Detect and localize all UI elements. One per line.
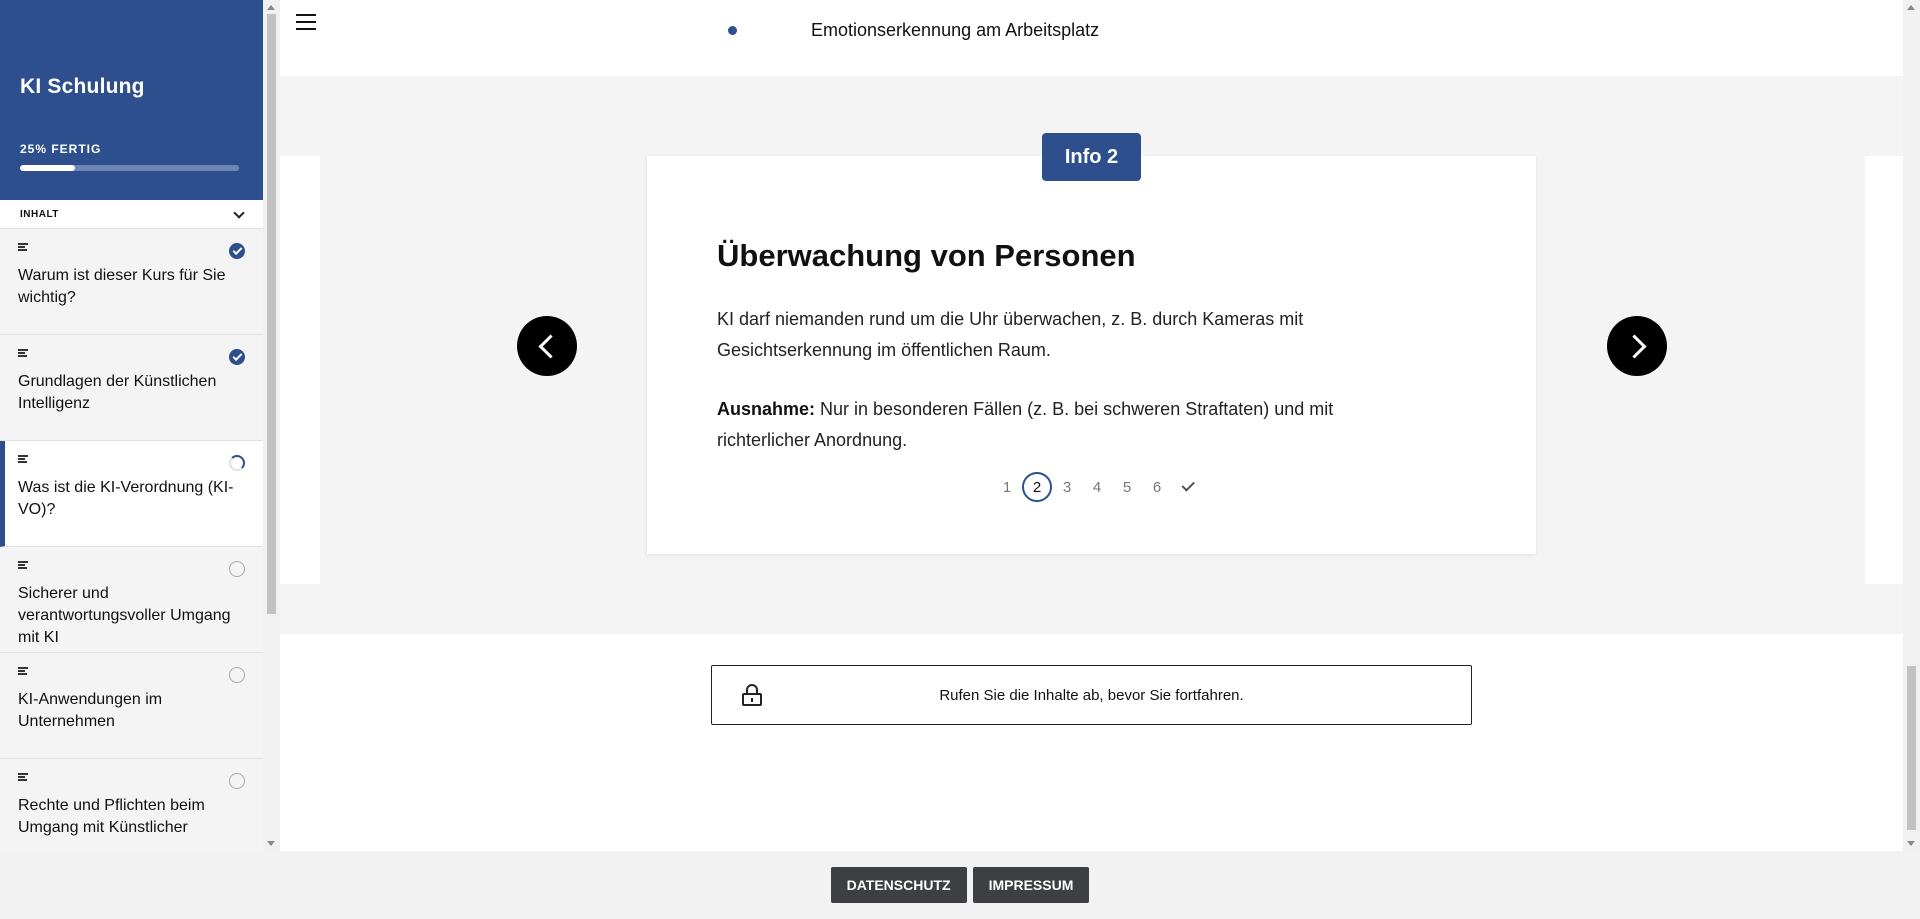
lesson-label: Warum ist dieser Kurs für Sie wichtig? [18, 267, 226, 306]
locked-continue-notice: Rufen Sie die Inhalte ab, bevor Sie fort… [711, 665, 1472, 725]
scroll-up-icon[interactable] [1907, 5, 1915, 10]
locked-notice-text: Rufen Sie die Inhalte ab, bevor Sie fort… [939, 686, 1244, 704]
lesson-label: Grundlagen der Künstlichen Intelligenz [18, 373, 217, 412]
progress-bar-fill [20, 165, 75, 171]
in-progress-icon [229, 455, 245, 471]
sidebar-lesson-item[interactable]: Grundlagen der Künstlichen Intelligenz [0, 335, 263, 441]
page-indicator[interactable]: 1 [992, 472, 1022, 502]
sidebar-header: KI Schulung 25% FERTIG [0, 0, 263, 200]
progress-bar [20, 165, 239, 171]
completed-check-icon [229, 349, 245, 365]
lesson-text-icon [18, 667, 28, 675]
privacy-button[interactable]: DATENSCHUTZ [830, 867, 967, 903]
page-indicator[interactable]: 6 [1142, 472, 1172, 502]
chevron-down-icon [233, 209, 243, 219]
card-title: Überwachung von Personen [717, 238, 1136, 273]
sidebar: KI Schulung 25% FERTIG INHALT Warum ist … [0, 0, 263, 851]
footer: DATENSCHUTZ IMPRESSUM [0, 851, 1920, 919]
lesson-text-icon [18, 349, 28, 357]
next-card-peek [1865, 156, 1903, 584]
sidebar-lesson-item[interactable]: Sicherer und verantwortungsvoller Umgang… [0, 547, 263, 653]
scroll-down-icon[interactable] [267, 841, 275, 846]
not-started-icon [229, 667, 245, 683]
page-indicator[interactable]: 2 [1022, 472, 1052, 502]
lesson-text-icon [18, 243, 28, 251]
info-badge: Info 2 [1042, 133, 1141, 181]
page-indicator[interactable]: 3 [1052, 472, 1082, 502]
sidebar-lesson-item[interactable]: Warum ist dieser Kurs für Sie wichtig? [0, 229, 263, 335]
toc-toggle[interactable]: INHALT [0, 200, 263, 229]
scrollbar-thumb[interactable] [267, 14, 276, 614]
toc-heading: INHALT [20, 208, 59, 220]
bullet-item-text: Emotionserkennung am Arbeitsplatz [811, 20, 1100, 40]
bullet-dot [728, 26, 737, 35]
sidebar-lesson-item[interactable]: Rechte und Pflichten beim Umgang mit Kün… [0, 759, 263, 851]
lesson-text-icon [18, 455, 28, 463]
lesson-text-icon [18, 561, 28, 569]
course-title: KI Schulung [20, 75, 145, 98]
lesson-topbar: Emotionserkennung am Arbeitsplatz [280, 0, 1903, 76]
info-card: Überwachung von Personen KI darf niemand… [647, 156, 1536, 554]
progress-label: 25% FERTIG [20, 142, 102, 156]
summary-check-icon[interactable] [1172, 472, 1202, 502]
not-started-icon [229, 773, 245, 789]
scroll-down-icon[interactable] [1907, 841, 1915, 846]
main-content: Emotionserkennung am Arbeitsplatz Überwa… [280, 0, 1903, 851]
page-indicator[interactable]: 4 [1082, 472, 1112, 502]
completed-check-icon [229, 243, 245, 259]
lock-icon [742, 684, 762, 706]
lesson-label: Was ist die KI-Verordnung (KI-VO)? [18, 479, 234, 518]
imprint-button[interactable]: IMPRESSUM [972, 867, 1090, 903]
process-carousel: Überwachung von Personen KI darf niemand… [280, 76, 1903, 634]
card-exception-paragraph: Ausnahme: Nur in besonderen Fällen (z. B… [717, 394, 1417, 456]
lesson-text-icon [18, 773, 28, 781]
scrollbar-thumb[interactable] [1907, 666, 1916, 830]
lesson-label: Sicherer und verantwortungsvoller Umgang… [18, 585, 231, 646]
scroll-up-icon[interactable] [267, 5, 275, 10]
sidebar-lesson-item[interactable]: Was ist die KI-Verordnung (KI-VO)? [0, 441, 263, 547]
previous-card-peek [280, 156, 320, 584]
main-scrollbar[interactable] [1903, 0, 1920, 851]
previous-button[interactable] [517, 316, 577, 376]
exception-label: Ausnahme: [717, 399, 816, 419]
sidebar-scrollbar[interactable] [263, 0, 280, 851]
card-pagination: 123456 [992, 472, 1202, 502]
lesson-label: KI-Anwendungen im Unternehmen [18, 691, 163, 730]
continue-section: Rufen Sie die Inhalte ab, bevor Sie fort… [280, 634, 1903, 851]
next-button[interactable] [1607, 316, 1667, 376]
menu-icon[interactable] [296, 14, 316, 30]
card-paragraph: KI darf niemanden rund um die Uhr überwa… [717, 309, 1304, 360]
page-indicator[interactable]: 5 [1112, 472, 1142, 502]
lesson-label: Rechte und Pflichten beim Umgang mit Kün… [18, 797, 205, 836]
sidebar-lesson-item[interactable]: KI-Anwendungen im Unternehmen [0, 653, 263, 759]
not-started-icon [229, 561, 245, 577]
